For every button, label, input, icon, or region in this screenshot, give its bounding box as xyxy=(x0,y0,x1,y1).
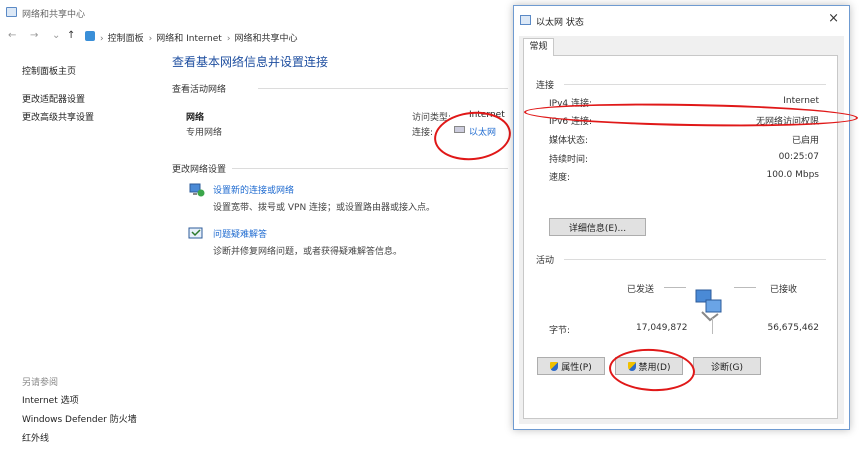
page-title: 查看基本网络信息并设置连接 xyxy=(172,55,329,69)
see-also-heading: 另请参阅 xyxy=(22,378,59,388)
bytes-label: 字节: xyxy=(549,326,571,336)
ipv6-label: IPv6 连接: xyxy=(549,117,593,127)
sent-label: 已发送 xyxy=(627,285,655,295)
ethernet-status-dialog: 以太网 状态 × 常规 连接 IPv4 连接: Internet IPv6 连接… xyxy=(513,5,850,430)
network-name: 网络 xyxy=(186,113,205,123)
uac-shield-icon xyxy=(627,361,636,371)
ethernet-icon xyxy=(454,126,465,133)
divider xyxy=(712,318,713,334)
divider xyxy=(258,88,508,89)
breadcrumb-control-panel[interactable]: 控制面板 xyxy=(108,34,144,44)
duration-label: 持续时间: xyxy=(549,155,589,165)
sidebar-link-internet-options[interactable]: Internet 选项 xyxy=(22,393,79,406)
duration-value: 00:25:07 xyxy=(778,152,819,162)
disable-button-label: 禁用(D) xyxy=(638,362,671,373)
main-content: 查看基本网络信息并设置连接 查看活动网络 网络 专用网络 访问类型: Inter… xyxy=(170,46,515,460)
breadcrumb: › 控制面板 › 网络和 Internet › 网络和共享中心 xyxy=(99,31,301,44)
close-icon[interactable]: × xyxy=(828,11,839,26)
sidebar-link-advanced-sharing[interactable]: 更改高级共享设置 xyxy=(22,110,94,123)
recent-dropdown-button[interactable]: ⌄ xyxy=(52,30,60,41)
network-center-icon xyxy=(6,7,17,17)
sidebar-link-infrared[interactable]: 红外线 xyxy=(22,431,49,444)
breadcrumb-network-internet[interactable]: 网络和 Internet xyxy=(156,34,222,44)
divider xyxy=(564,259,826,260)
sidebar-link-adapter-settings[interactable]: 更改适配器设置 xyxy=(22,92,85,105)
sidebar-link-defender-firewall[interactable]: Windows Defender 防火墙 xyxy=(22,412,137,425)
up-button[interactable]: ↑ xyxy=(67,30,75,41)
divider xyxy=(232,168,508,169)
bytes-sent-value: 17,049,872 xyxy=(636,323,688,333)
access-type-label: 访问类型: xyxy=(412,113,452,123)
activity-group-label: 活动 xyxy=(536,256,555,266)
media-state-value: 已启用 xyxy=(791,136,819,146)
control-panel-icon xyxy=(85,31,95,41)
connections-label: 连接: xyxy=(412,128,434,138)
media-state-label: 媒体状态: xyxy=(549,136,589,146)
properties-button-label: 属性(P) xyxy=(561,362,592,373)
active-networks-label: 查看活动网络 xyxy=(172,85,227,95)
back-button[interactable]: ← xyxy=(8,30,16,41)
chevron-right-icon[interactable]: › xyxy=(149,34,153,44)
uac-shield-icon xyxy=(550,361,559,371)
new-connection-icon xyxy=(189,183,205,197)
tab-general[interactable]: 常规 xyxy=(523,38,554,56)
breadcrumb-network-center[interactable]: 网络和共享中心 xyxy=(234,34,297,44)
disable-button[interactable]: 禁用(D) xyxy=(615,357,683,375)
divider xyxy=(564,84,826,85)
speed-value: 100.0 Mbps xyxy=(766,170,819,180)
received-label: 已接收 xyxy=(770,285,798,295)
change-settings-label: 更改网络设置 xyxy=(172,165,227,175)
connection-group-label: 连接 xyxy=(536,81,555,91)
ipv4-label: IPv4 连接: xyxy=(549,99,593,109)
sidebar: 控制面板主页 更改适配器设置 更改高级共享设置 另请参阅 Internet 选项… xyxy=(0,46,160,460)
sidebar-link-control-panel-home[interactable]: 控制面板主页 xyxy=(22,64,76,77)
forward-button[interactable]: → xyxy=(30,30,38,41)
network-activity-icon xyxy=(695,289,722,322)
dialog-body: 常规 连接 IPv4 连接: Internet IPv6 连接: 无网络访问权限… xyxy=(519,36,844,424)
details-button[interactable]: 详细信息(E)... xyxy=(549,218,646,236)
setup-new-connection-link[interactable]: 设置新的连接或网络 xyxy=(213,183,294,196)
diagnose-button[interactable]: 诊断(G) xyxy=(693,357,761,375)
access-type-value: Internet xyxy=(469,110,505,120)
dialog-title: 以太网 状态 xyxy=(536,18,584,28)
chevron-right-icon: › xyxy=(100,34,104,44)
setup-new-connection-desc: 设置宽带、拨号或 VPN 连接；或设置路由器或接入点。 xyxy=(213,203,436,213)
troubleshoot-icon xyxy=(188,227,203,239)
properties-button[interactable]: 属性(P) xyxy=(537,357,605,375)
network-type-link[interactable]: 专用网络 xyxy=(186,125,222,138)
bytes-received-value: 56,675,462 xyxy=(767,323,819,333)
ethernet-connection-link[interactable]: 以太网 xyxy=(469,125,496,138)
general-tab-panel: 连接 IPv4 连接: Internet IPv6 连接: 无网络访问权限 媒体… xyxy=(523,55,838,419)
ipv6-value: 无网络访问权限 xyxy=(755,117,819,127)
troubleshoot-desc: 诊断并修复网络问题，或者获得疑难解答信息。 xyxy=(213,247,403,257)
ethernet-icon xyxy=(520,15,531,25)
troubleshoot-link[interactable]: 问题疑难解答 xyxy=(213,227,267,240)
divider xyxy=(734,287,756,288)
window-title: 网络和共享中心 xyxy=(22,10,86,20)
divider xyxy=(664,287,686,288)
speed-label: 速度: xyxy=(549,173,571,183)
ipv4-value: Internet xyxy=(783,96,819,106)
chevron-right-icon[interactable]: › xyxy=(227,34,231,44)
